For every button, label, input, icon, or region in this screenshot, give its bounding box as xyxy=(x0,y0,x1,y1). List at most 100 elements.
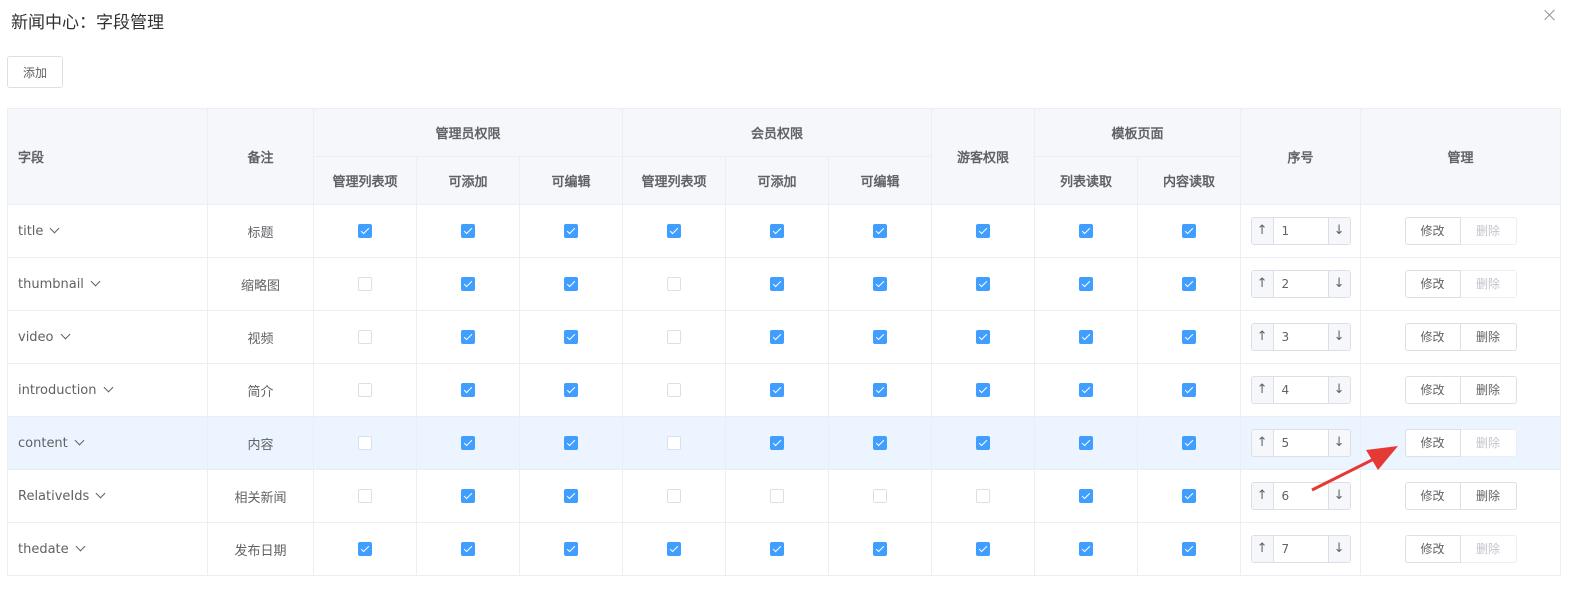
order-input[interactable]: 4 xyxy=(1273,377,1328,403)
member-list-checkbox[interactable] xyxy=(667,277,682,291)
member-edit-checkbox[interactable] xyxy=(873,436,888,450)
arrow-down-icon[interactable]: ↓ xyxy=(1327,218,1350,244)
template-content-read-checkbox[interactable] xyxy=(1182,489,1197,503)
arrow-up-icon[interactable]: ↑ xyxy=(1251,324,1274,350)
guest-checkbox[interactable] xyxy=(976,224,991,238)
arrow-up-icon[interactable]: ↑ xyxy=(1251,271,1274,297)
member-list-checkbox[interactable] xyxy=(667,489,682,503)
admin-edit-checkbox[interactable] xyxy=(564,383,578,397)
guest-checkbox[interactable] xyxy=(976,436,991,450)
admin-list-checkbox[interactable] xyxy=(358,489,372,503)
field-cell[interactable]: RelativeIds xyxy=(7,469,208,523)
edit-button[interactable]: 修改 xyxy=(1404,323,1461,351)
order-stepper[interactable]: ↑ 1 ↓ xyxy=(1250,217,1351,245)
edit-button[interactable]: 修改 xyxy=(1404,429,1461,457)
template-list-read-checkbox[interactable] xyxy=(1079,330,1094,344)
close-icon[interactable] xyxy=(1543,8,1557,22)
order-input[interactable]: 7 xyxy=(1273,536,1328,562)
delete-button[interactable]: 删除 xyxy=(1460,482,1517,510)
template-content-read-checkbox[interactable] xyxy=(1182,542,1197,556)
template-list-read-checkbox[interactable] xyxy=(1079,489,1094,503)
admin-list-checkbox[interactable] xyxy=(358,383,372,397)
member-edit-checkbox[interactable] xyxy=(873,489,888,503)
order-stepper[interactable]: ↑ 2 ↓ xyxy=(1250,270,1351,298)
admin-edit-checkbox[interactable] xyxy=(564,224,578,238)
arrow-up-icon[interactable]: ↑ xyxy=(1251,483,1274,509)
member-add-checkbox[interactable] xyxy=(770,383,785,397)
template-content-read-checkbox[interactable] xyxy=(1182,224,1197,238)
member-add-checkbox[interactable] xyxy=(770,277,785,291)
arrow-down-icon[interactable]: ↓ xyxy=(1327,536,1350,562)
admin-add-checkbox[interactable] xyxy=(461,542,475,556)
admin-add-checkbox[interactable] xyxy=(461,224,475,238)
template-list-read-checkbox[interactable] xyxy=(1079,277,1094,291)
guest-checkbox[interactable] xyxy=(976,330,991,344)
arrow-down-icon[interactable]: ↓ xyxy=(1327,324,1350,350)
admin-add-checkbox[interactable] xyxy=(461,436,475,450)
edit-button[interactable]: 修改 xyxy=(1404,482,1461,510)
edit-button[interactable]: 修改 xyxy=(1404,376,1461,404)
admin-add-checkbox[interactable] xyxy=(461,330,475,344)
order-input[interactable]: 2 xyxy=(1273,271,1328,297)
field-cell[interactable]: introduction xyxy=(7,363,208,417)
member-add-checkbox[interactable] xyxy=(770,330,785,344)
member-list-checkbox[interactable] xyxy=(667,330,682,344)
template-content-read-checkbox[interactable] xyxy=(1182,383,1197,397)
member-list-checkbox[interactable] xyxy=(667,542,682,556)
arrow-down-icon[interactable]: ↓ xyxy=(1327,271,1350,297)
admin-add-checkbox[interactable] xyxy=(461,383,475,397)
order-stepper[interactable]: ↑ 7 ↓ xyxy=(1250,535,1351,563)
chevron-down-icon[interactable] xyxy=(49,223,60,233)
admin-list-checkbox[interactable] xyxy=(358,542,372,556)
arrow-up-icon[interactable]: ↑ xyxy=(1251,430,1274,456)
field-cell[interactable]: thedate xyxy=(7,522,208,576)
member-list-checkbox[interactable] xyxy=(667,224,682,238)
guest-checkbox[interactable] xyxy=(976,542,991,556)
edit-button[interactable]: 修改 xyxy=(1404,535,1461,563)
order-input[interactable]: 3 xyxy=(1273,324,1328,350)
member-add-checkbox[interactable] xyxy=(770,224,785,238)
guest-checkbox[interactable] xyxy=(976,383,991,397)
delete-button[interactable]: 删除 xyxy=(1460,376,1517,404)
admin-edit-checkbox[interactable] xyxy=(564,436,578,450)
field-cell[interactable]: video xyxy=(7,310,208,364)
template-list-read-checkbox[interactable] xyxy=(1079,436,1094,450)
member-list-checkbox[interactable] xyxy=(667,383,682,397)
member-list-checkbox[interactable] xyxy=(667,436,682,450)
edit-button[interactable]: 修改 xyxy=(1404,270,1461,298)
chevron-down-icon[interactable] xyxy=(95,488,106,498)
chevron-down-icon[interactable] xyxy=(74,435,85,445)
arrow-down-icon[interactable]: ↓ xyxy=(1327,377,1350,403)
order-input[interactable]: 1 xyxy=(1273,218,1328,244)
arrow-up-icon[interactable]: ↑ xyxy=(1251,218,1274,244)
admin-add-checkbox[interactable] xyxy=(461,277,475,291)
member-edit-checkbox[interactable] xyxy=(873,224,888,238)
guest-checkbox[interactable] xyxy=(976,489,991,503)
template-content-read-checkbox[interactable] xyxy=(1182,330,1197,344)
template-content-read-checkbox[interactable] xyxy=(1182,277,1197,291)
member-add-checkbox[interactable] xyxy=(770,489,785,503)
template-content-read-checkbox[interactable] xyxy=(1182,436,1197,450)
admin-edit-checkbox[interactable] xyxy=(564,330,578,344)
template-list-read-checkbox[interactable] xyxy=(1079,383,1094,397)
template-list-read-checkbox[interactable] xyxy=(1079,542,1094,556)
member-add-checkbox[interactable] xyxy=(770,542,785,556)
member-edit-checkbox[interactable] xyxy=(873,542,888,556)
admin-add-checkbox[interactable] xyxy=(461,489,475,503)
arrow-up-icon[interactable]: ↑ xyxy=(1251,377,1274,403)
field-cell[interactable]: thumbnail xyxy=(7,257,208,311)
admin-list-checkbox[interactable] xyxy=(358,330,372,344)
admin-list-checkbox[interactable] xyxy=(358,436,372,450)
member-edit-checkbox[interactable] xyxy=(873,330,888,344)
chevron-down-icon[interactable] xyxy=(75,541,86,551)
admin-edit-checkbox[interactable] xyxy=(564,542,578,556)
chevron-down-icon[interactable] xyxy=(103,382,113,392)
delete-button[interactable]: 删除 xyxy=(1460,323,1517,351)
edit-button[interactable]: 修改 xyxy=(1404,217,1461,245)
guest-checkbox[interactable] xyxy=(976,277,991,291)
admin-edit-checkbox[interactable] xyxy=(564,277,578,291)
order-stepper[interactable]: ↑ 4 ↓ xyxy=(1250,376,1351,404)
chevron-down-icon[interactable] xyxy=(60,329,70,339)
template-list-read-checkbox[interactable] xyxy=(1079,224,1094,238)
add-button[interactable]: 添加 xyxy=(7,56,63,88)
